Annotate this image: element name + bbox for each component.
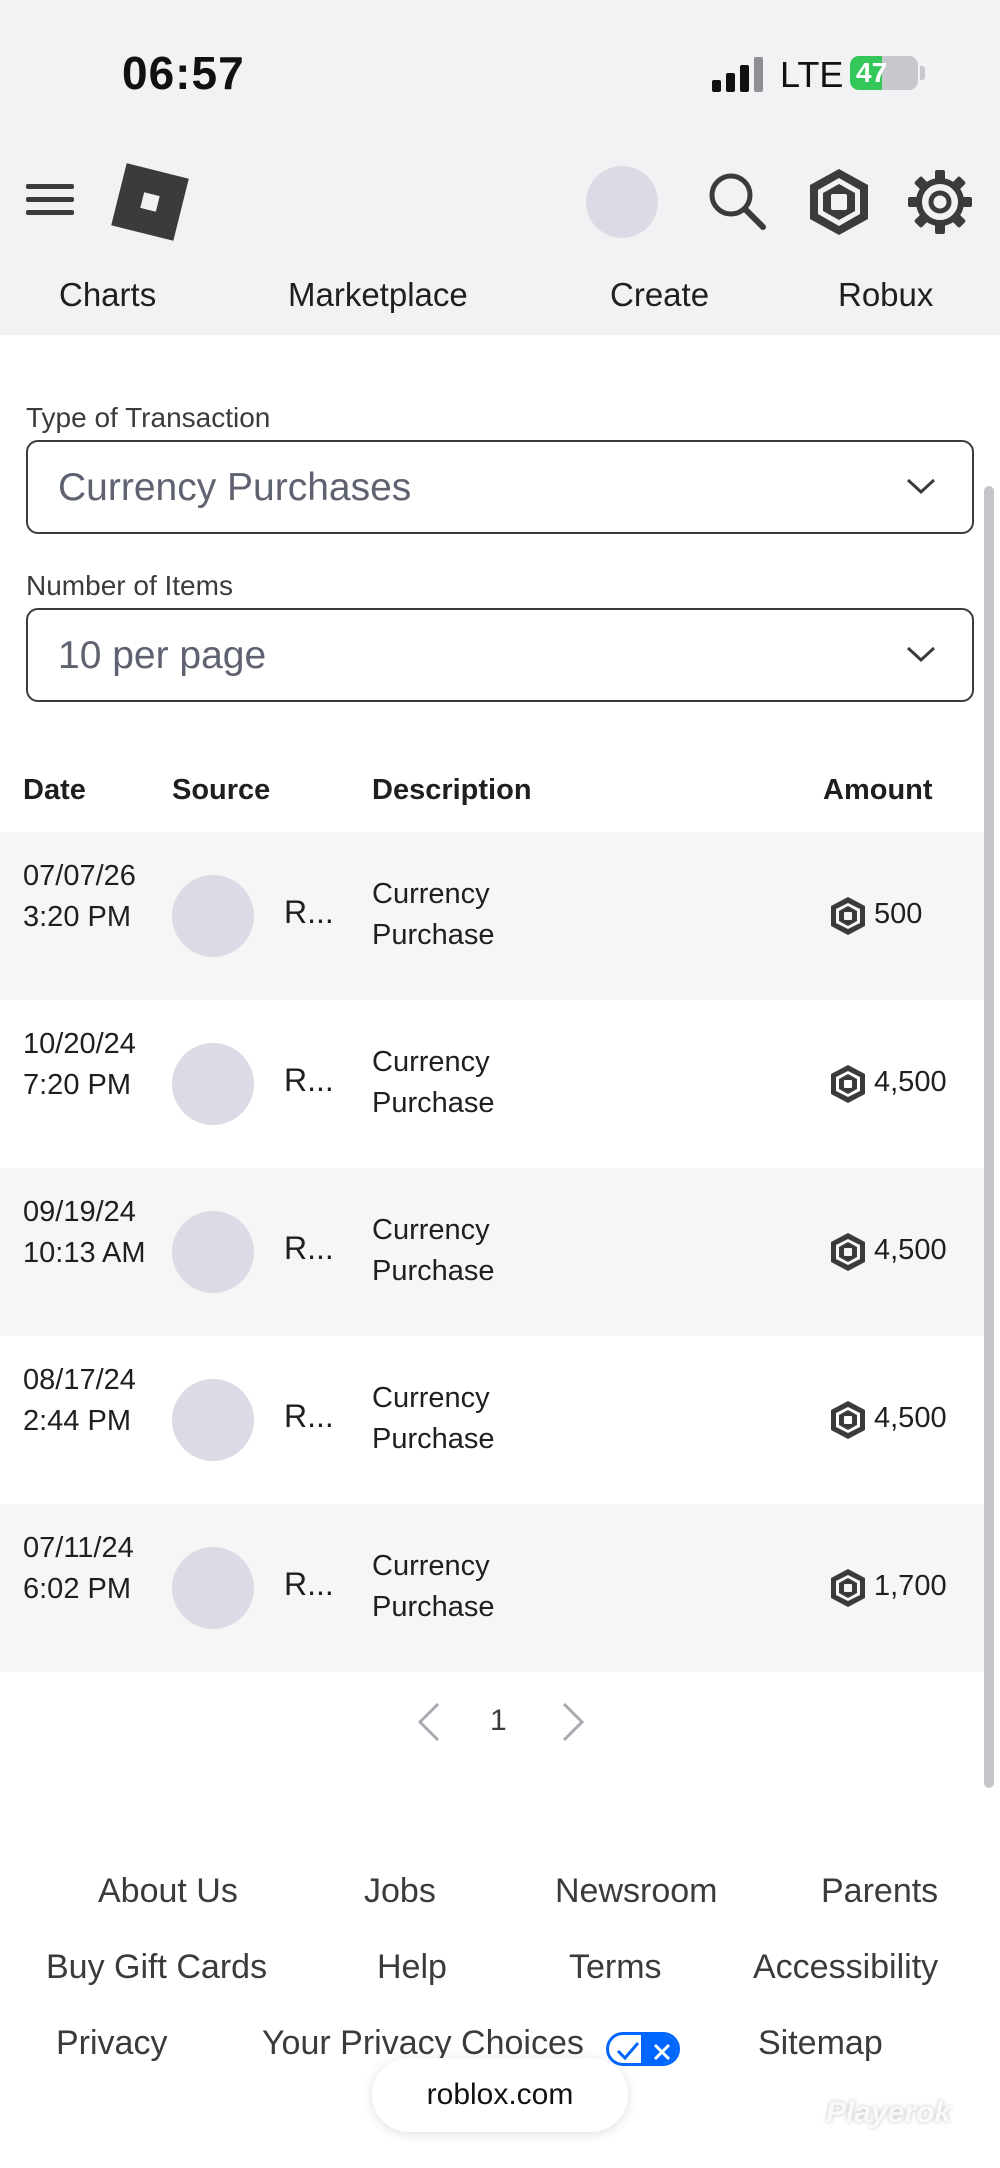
transaction-type-select[interactable]: Currency Purchases [26, 440, 974, 534]
current-page-number: 1 [490, 1704, 507, 1737]
source-avatar[interactable] [172, 1211, 254, 1293]
page-scrollbar[interactable] [984, 486, 994, 1788]
items-per-page-select[interactable]: 10 per page [26, 608, 974, 702]
transaction-date: 09/19/24 10:13 AM [23, 1196, 146, 1269]
source-name[interactable]: R... [284, 1566, 334, 1603]
footer-link-jobs[interactable]: Jobs [364, 1872, 436, 1911]
network-type: LTE [780, 54, 844, 95]
source-name[interactable]: R... [284, 894, 334, 931]
chevron-left-icon[interactable] [412, 1700, 448, 1744]
footer-link-newsroom[interactable]: Newsroom [555, 1872, 717, 1911]
footer-link-help[interactable]: Help [377, 1948, 447, 1987]
tab-charts[interactable]: Charts [59, 276, 156, 314]
robux-icon [831, 1065, 865, 1103]
transaction-description: Currency Purchase [372, 1550, 495, 1623]
transaction-date: 07/11/24 6:02 PM [23, 1532, 134, 1605]
table-header: Date Source Description Amount [0, 762, 980, 818]
table-row: 10/20/24 7:20 PM R... Currency Purchase … [0, 1000, 986, 1168]
table-row: 08/17/24 2:44 PM R... Currency Purchase … [0, 1336, 986, 1504]
transaction-description: Currency Purchase [372, 1382, 495, 1455]
url-text: roblox.com [426, 2078, 574, 2111]
table-row: 07/11/24 6:02 PM R... Currency Purchase … [0, 1504, 986, 1672]
footer-link-accessibility[interactable]: Accessibility [753, 1948, 938, 1987]
column-date: Date [23, 774, 86, 806]
source-name[interactable]: R... [284, 1062, 334, 1099]
amount-value: 4,500 [874, 1234, 947, 1266]
transaction-description: Currency Purchase [372, 1046, 495, 1119]
footer-link-about[interactable]: About Us [98, 1872, 238, 1911]
table-row: 09/19/24 10:13 AM R... Currency Purchase… [0, 1168, 986, 1336]
source-name[interactable]: R... [284, 1230, 334, 1267]
chevron-down-icon [906, 478, 936, 495]
robux-icon [831, 897, 865, 935]
footer-link-gift-cards[interactable]: Buy Gift Cards [46, 1948, 267, 1987]
transaction-date: 08/17/24 2:44 PM [23, 1364, 136, 1437]
gear-icon[interactable] [906, 168, 974, 236]
source-avatar[interactable] [172, 1547, 254, 1629]
column-amount: Amount [823, 774, 933, 806]
privacy-choices-icon[interactable] [606, 2032, 680, 2066]
search-icon[interactable] [706, 170, 768, 232]
chevron-down-icon [906, 646, 936, 663]
transaction-type-label: Type of Transaction [26, 402, 271, 433]
robux-icon[interactable] [806, 166, 872, 238]
transaction-description: Currency Purchase [372, 878, 495, 951]
tab-robux[interactable]: Robux [838, 276, 933, 314]
items-per-page-label: Number of Items [26, 570, 233, 601]
top-navigation: Charts Marketplace Create Robux [0, 150, 1000, 335]
roblox-logo[interactable] [111, 163, 189, 241]
footer-link-sitemap[interactable]: Sitemap [758, 2024, 883, 2063]
user-avatar[interactable] [586, 166, 658, 238]
amount-value: 500 [874, 898, 923, 930]
footer-link-parents[interactable]: Parents [821, 1872, 938, 1911]
watermark: Playerok [826, 2096, 952, 2129]
amount-value: 1,700 [874, 1570, 947, 1602]
status-bar: 06:57 LTE 47 [0, 0, 1000, 150]
chevron-right-icon[interactable] [554, 1700, 590, 1744]
browser-address-bar[interactable]: roblox.com [372, 2058, 628, 2132]
robux-icon [831, 1569, 865, 1607]
cellular-signal-icon [712, 56, 764, 92]
source-avatar[interactable] [172, 1043, 254, 1125]
source-avatar[interactable] [172, 1379, 254, 1461]
transaction-type-value: Currency Purchases [58, 466, 412, 509]
tab-create[interactable]: Create [610, 276, 709, 314]
robux-icon [831, 1233, 865, 1271]
tab-marketplace[interactable]: Marketplace [288, 276, 468, 314]
source-name[interactable]: R... [284, 1398, 334, 1435]
source-avatar[interactable] [172, 875, 254, 957]
column-description: Description [372, 774, 532, 806]
status-time: 06:57 [122, 47, 245, 99]
menu-icon[interactable] [26, 180, 74, 220]
amount-value: 4,500 [874, 1402, 947, 1434]
robux-icon [831, 1401, 865, 1439]
transaction-date: 07/07/26 3:20 PM [23, 860, 136, 933]
battery-level: 47 [856, 57, 888, 88]
table-row: 07/07/26 3:20 PM R... Currency Purchase … [0, 832, 986, 1000]
battery-icon: 47 [850, 56, 918, 90]
column-source: Source [172, 774, 271, 806]
battery-cap [920, 66, 925, 80]
nav-tabs: Charts Marketplace Create Robux [0, 276, 1000, 326]
transaction-description: Currency Purchase [372, 1214, 495, 1287]
items-per-page-value: 10 per page [58, 634, 267, 677]
footer-link-privacy[interactable]: Privacy [56, 2024, 167, 2063]
footer-link-terms[interactable]: Terms [569, 1948, 662, 1987]
transaction-date: 10/20/24 7:20 PM [23, 1028, 136, 1101]
amount-value: 4,500 [874, 1066, 947, 1098]
